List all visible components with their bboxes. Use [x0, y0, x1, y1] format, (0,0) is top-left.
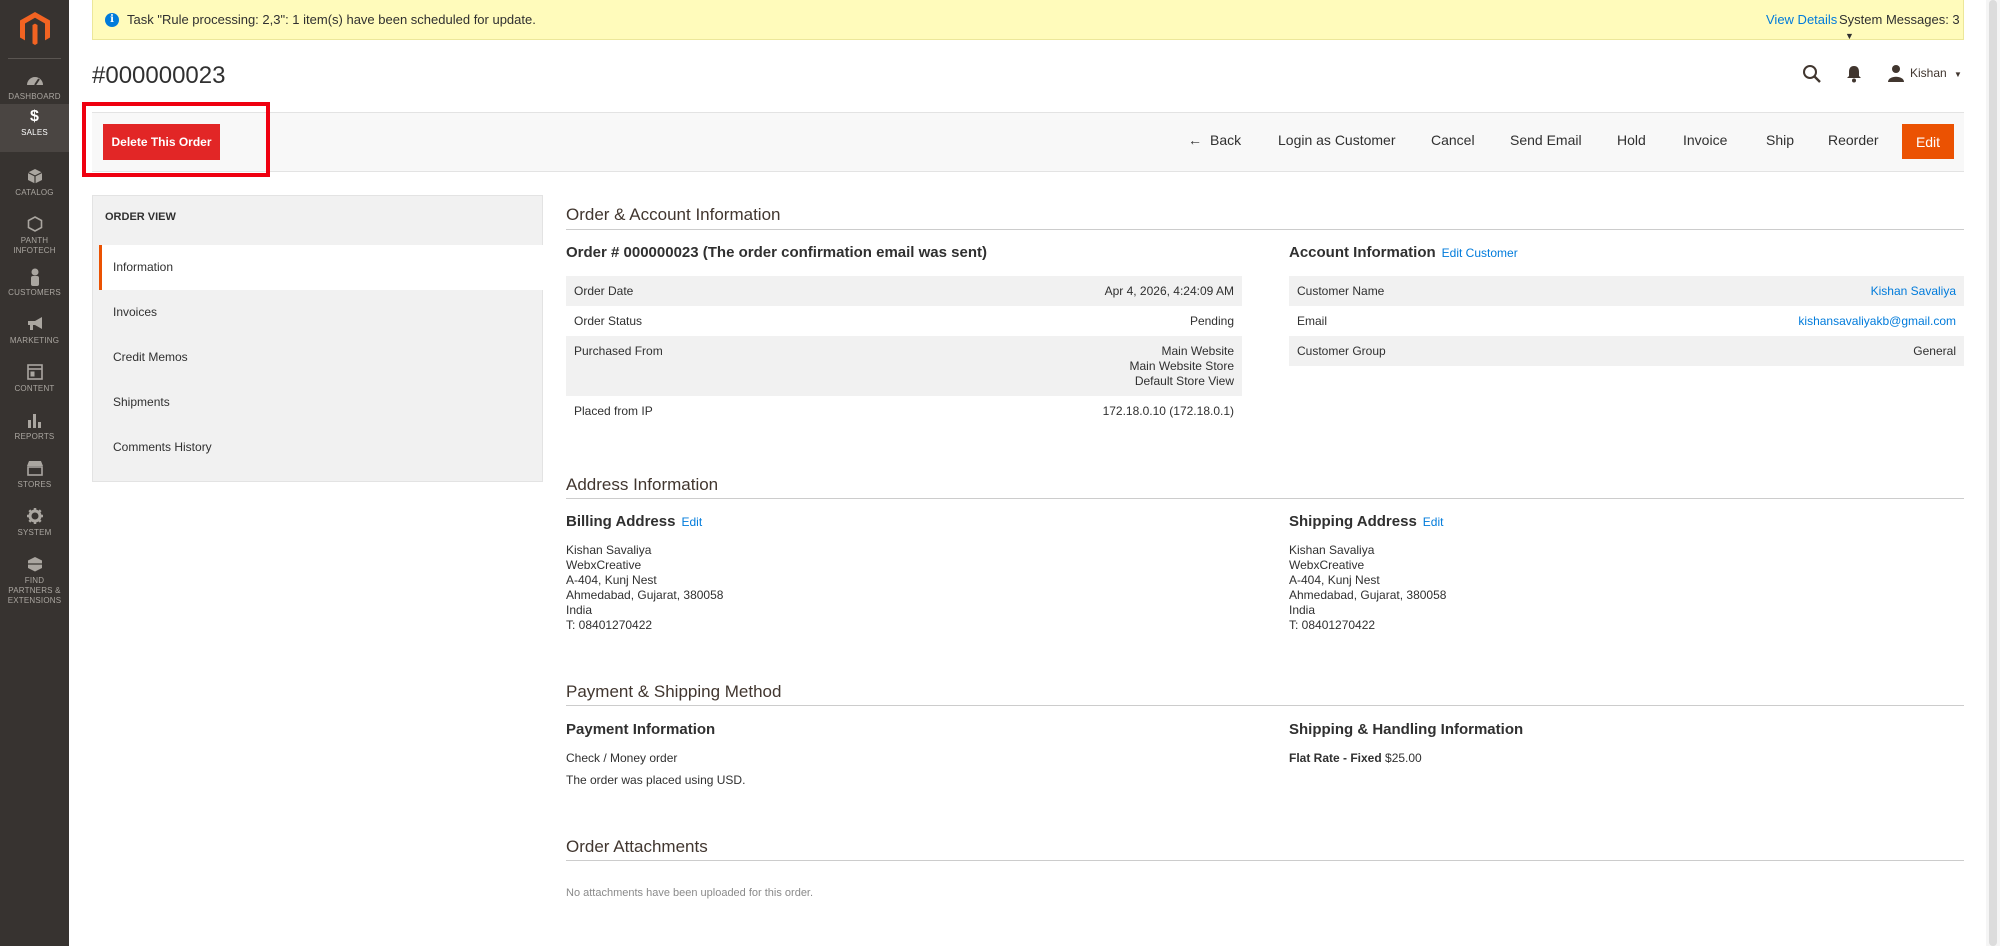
megaphone-icon [26, 316, 44, 334]
hold-button[interactable]: Hold [1617, 132, 1646, 148]
bell-icon[interactable] [1846, 65, 1862, 83]
layout-icon [26, 364, 44, 382]
send-email-button[interactable]: Send Email [1510, 132, 1582, 148]
table-row: Order Status Pending [574, 314, 1234, 328]
email-link[interactable]: kishansavaliyakb@gmail.com [1798, 314, 1956, 329]
sidebar-divider [8, 58, 61, 59]
section-divider [566, 705, 1964, 706]
cancel-button[interactable]: Cancel [1431, 132, 1475, 148]
table-row: Purchased From Main Website Main Website… [566, 336, 1242, 396]
section-divider [566, 860, 1964, 861]
dollar-icon: $ [30, 108, 39, 125]
shipping-handling-heading: Shipping & Handling Information [1289, 721, 1524, 738]
nav-sales[interactable]: $ SALES [0, 104, 69, 152]
user-icon[interactable] [1888, 64, 1904, 82]
edit-billing-address-link[interactable]: Edit [681, 515, 702, 529]
arrow-left-icon: ← [1188, 132, 1202, 148]
section-divider [566, 498, 1964, 499]
edit-shipping-address-link[interactable]: Edit [1423, 515, 1444, 529]
table-row: Email kishansavaliyakb@gmail.com [1297, 314, 1956, 329]
bar-chart-icon [26, 412, 44, 430]
invoice-button[interactable]: Invoice [1683, 132, 1727, 148]
storefront-icon [26, 460, 44, 478]
section-title-attachments: Order Attachments [566, 837, 708, 856]
edit-button[interactable]: Edit [1902, 124, 1954, 159]
magento-logo-icon[interactable] [20, 12, 50, 46]
info-icon: i [105, 13, 119, 27]
login-as-customer-button[interactable]: Login as Customer [1278, 132, 1396, 148]
shipping-address: Kishan Savaliya WebxCreative A-404, Kunj… [1289, 543, 1447, 632]
tabs-title: ORDER VIEW [105, 211, 176, 223]
page-title: #000000023 [92, 62, 226, 89]
user-menu[interactable]: Kishan ▼ [1910, 66, 1962, 80]
nav-customers[interactable]: CUSTOMERS [0, 264, 69, 312]
shipping-address-heading: Shipping Address Edit [1289, 513, 1444, 530]
section-title-order-account: Order & Account Information [566, 205, 781, 224]
hexagon-icon [26, 216, 44, 234]
gear-icon [26, 508, 44, 526]
tab-information[interactable]: Information [99, 245, 543, 290]
table-row: Order Date Apr 4, 2026, 4:24:09 AM [566, 276, 1242, 306]
reorder-button[interactable]: Reorder [1828, 132, 1879, 148]
tab-shipments[interactable]: Shipments [99, 380, 543, 425]
boxes-icon [26, 556, 44, 574]
back-button[interactable]: ← Back [1188, 132, 1241, 148]
shipping-method: Flat Rate - Fixed $25.00 [1289, 751, 1422, 765]
ship-button[interactable]: Ship [1766, 132, 1794, 148]
order-heading: Order # 000000023 (The order confirmatio… [566, 244, 987, 261]
section-title-payment-shipping: Payment & Shipping Method [566, 682, 782, 701]
system-message-bar: i Task "Rule processing: 2,3": 1 item(s)… [92, 0, 1964, 42]
payment-method: Check / Money order [566, 751, 678, 765]
cube-icon [26, 168, 44, 186]
search-icon[interactable] [1802, 64, 1822, 84]
nav-marketing[interactable]: MARKETING [0, 312, 69, 360]
system-messages-toggle[interactable]: System Messages: 3 ▼ [1839, 12, 1963, 42]
account-info-heading: Account Information Edit Customer [1289, 244, 1518, 261]
caret-down-icon: ▼ [1954, 70, 1962, 79]
tab-credit-memos[interactable]: Credit Memos [99, 335, 543, 380]
view-details-link[interactable]: View Details [1766, 12, 1837, 27]
nav-reports[interactable]: REPORTS [0, 408, 69, 456]
table-row: Placed from IP 172.18.0.10 (172.18.0.1) [574, 404, 1234, 418]
system-message-text: Task "Rule processing: 2,3": 1 item(s) h… [127, 12, 536, 27]
nav-system[interactable]: SYSTEM [0, 504, 69, 552]
scrollbar-thumb[interactable] [1989, 0, 1997, 946]
payment-currency-note: The order was placed using USD. [566, 773, 746, 787]
order-view-tabs: ORDER VIEW Information Invoices Credit M… [92, 195, 543, 482]
customer-name-link[interactable]: Kishan Savaliya [1871, 284, 1956, 299]
nav-catalog[interactable]: CATALOG [0, 164, 69, 212]
table-row: Customer Name Kishan Savaliya [1289, 276, 1964, 306]
admin-sidebar: DASHBOARD $ SALES CATALOG PANTH INFOTECH… [0, 0, 69, 946]
tab-invoices[interactable]: Invoices [99, 290, 543, 335]
nav-stores[interactable]: STORES [0, 456, 69, 504]
nav-find-partners[interactable]: FIND PARTNERS & EXTENSIONS [0, 552, 69, 608]
dashboard-icon [26, 72, 44, 90]
highlight-annotation-box [82, 102, 270, 177]
nav-panth-infotech[interactable]: PANTH INFOTECH [0, 212, 69, 260]
person-icon [26, 268, 44, 286]
edit-customer-link[interactable]: Edit Customer [1442, 246, 1518, 260]
section-divider [566, 229, 1964, 230]
tab-comments-history[interactable]: Comments History [99, 425, 543, 470]
table-row: Customer Group General [1289, 336, 1964, 366]
payment-info-heading: Payment Information [566, 721, 716, 738]
no-attachments-note: No attachments have been uploaded for th… [566, 887, 814, 899]
caret-down-icon: ▼ [1845, 31, 1854, 41]
nav-content[interactable]: CONTENT [0, 360, 69, 408]
billing-address: Kishan Savaliya WebxCreative A-404, Kunj… [566, 543, 724, 632]
billing-address-heading: Billing Address Edit [566, 513, 703, 530]
section-title-address: Address Information [566, 475, 719, 494]
